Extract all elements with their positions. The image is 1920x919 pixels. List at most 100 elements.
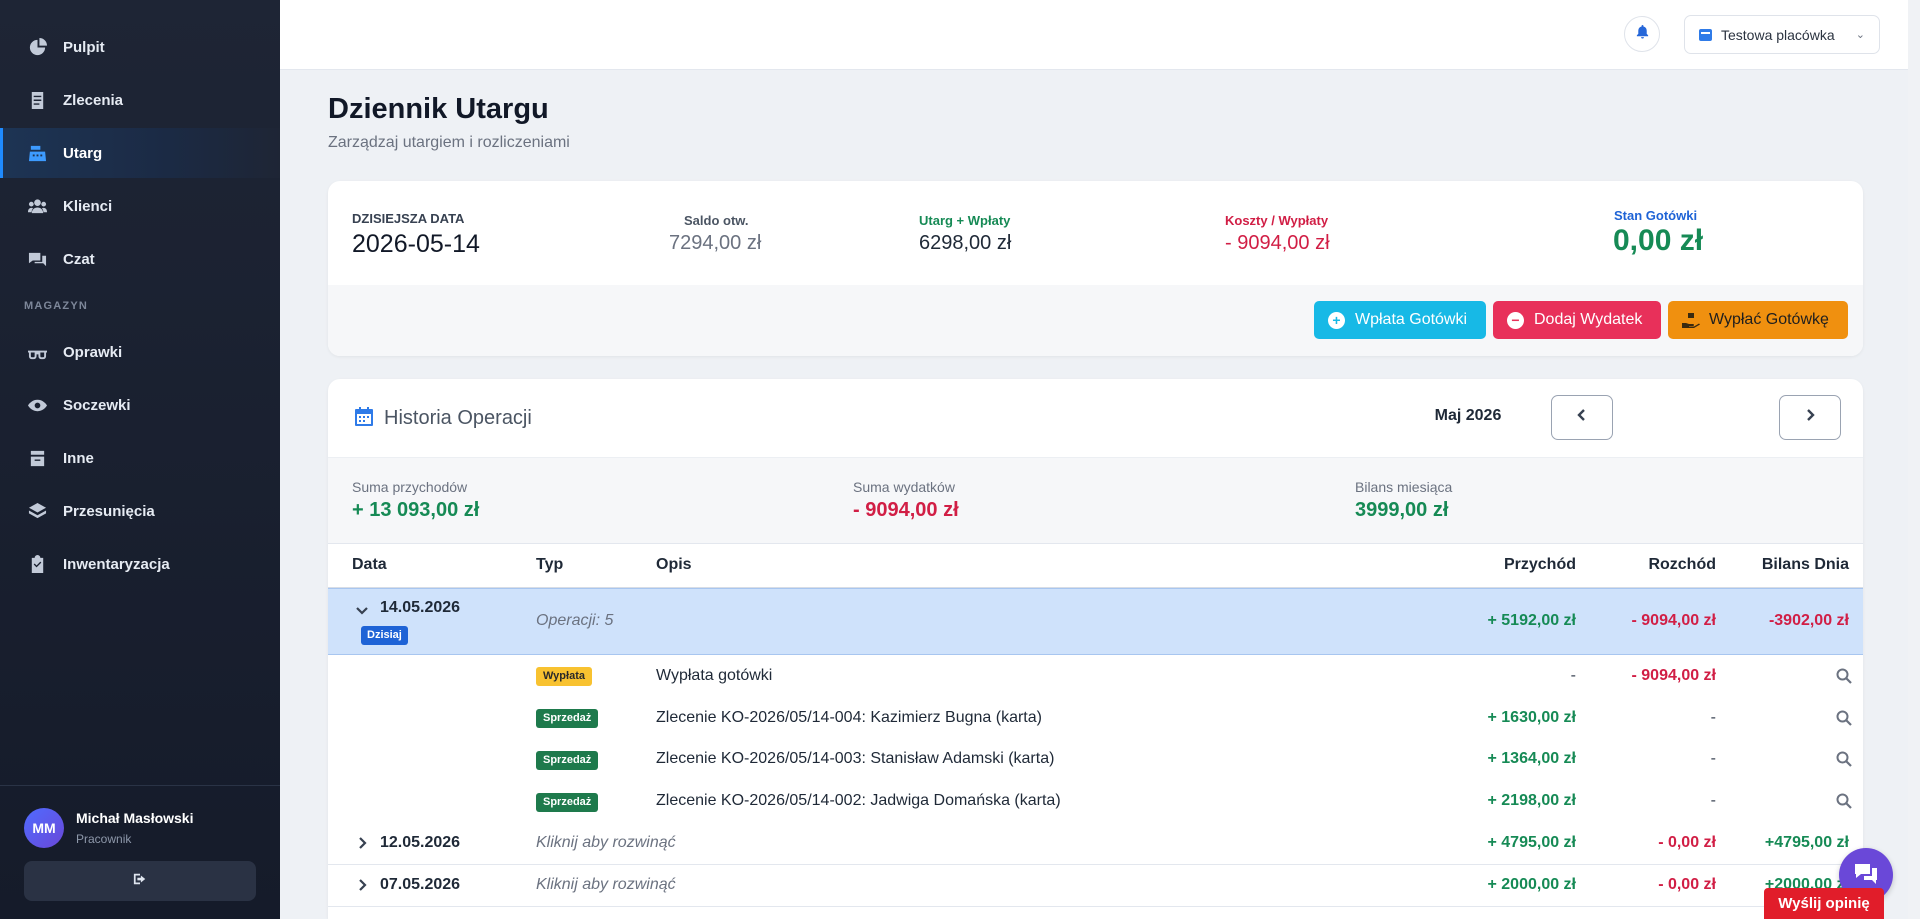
operation-income: + 1630,00 zł <box>1487 709 1576 726</box>
history-card: Historia Operacji Maj 2026 Suma przychod… <box>328 379 1863 919</box>
eye-icon <box>27 395 47 415</box>
summary-card: DZISIEJSZA DATA 2026-05-14 Saldo otw. 72… <box>328 181 1863 356</box>
dashboard-icon <box>27 37 47 57</box>
chevron-down-icon: ⌄ <box>1855 29 1865 41</box>
income-label: Utarg + Wpłaty <box>919 213 1011 228</box>
user-name: Michał Masłowski <box>76 810 194 826</box>
sidebar: Pulpit Zlecenia Utarg Klienci Czat MAGAZ… <box>0 0 280 919</box>
expand-hint: Kliknij aby rozwinąć <box>536 834 676 851</box>
search-icon[interactable] <box>1836 751 1852 767</box>
day-expense: - 0,00 zł <box>1658 876 1716 893</box>
users-icon <box>27 196 47 216</box>
cash-state-value: 0,00 zł <box>1613 224 1704 257</box>
month-balance-value: 3999,00 zł <box>1355 499 1449 521</box>
bell-icon <box>1635 24 1650 44</box>
topbar: Testowa placówka ⌄ <box>280 0 1920 70</box>
feedback-button[interactable]: Wyślij opinię <box>1764 888 1884 919</box>
sidebar-item-label: Oprawki <box>63 343 123 361</box>
day-expense: - 0,00 zł <box>1658 834 1716 851</box>
sidebar-item-label: Czat <box>63 250 95 268</box>
sidebar-item-label: Soczewki <box>63 396 131 414</box>
store-icon <box>1699 28 1712 41</box>
sidebar-section-label: MAGAZYN <box>24 300 89 312</box>
day-row-expanded[interactable]: 14.05.2026 Dzisiaj Operacji: 5 + 5192,00… <box>328 588 1863 655</box>
sidebar-item-label: Pulpit <box>63 38 105 56</box>
branch-select-value: Testowa placówka <box>1721 26 1835 43</box>
cash-deposit-button[interactable]: + Wpłata Gotówki <box>1314 301 1486 339</box>
chat-icon <box>27 249 47 269</box>
scrollbar[interactable] <box>1908 0 1920 919</box>
plus-circle-icon: + <box>1328 311 1345 329</box>
cash-register-icon <box>27 143 47 163</box>
sidebar-item-label: Inwentaryzacja <box>63 555 170 573</box>
row-divider <box>328 864 1863 865</box>
calendar-icon <box>355 407 373 426</box>
day-income: + 4795,00 zł <box>1487 834 1576 851</box>
sidebar-item-oprawki[interactable]: Oprawki <box>0 327 280 377</box>
minus-circle-icon: − <box>1507 311 1524 329</box>
today-date-value: 2026-05-14 <box>352 230 480 258</box>
prev-month-button[interactable] <box>1551 395 1613 440</box>
clipboard-icon <box>27 554 47 574</box>
cash-state-label: Stan Gotówki <box>1614 208 1698 223</box>
costs-label: Koszty / Wypłaty <box>1225 213 1329 228</box>
day-date: 14.05.2026 <box>380 599 461 616</box>
sidebar-item-klienci[interactable]: Klienci <box>0 181 280 231</box>
operation-expense: - <box>1710 792 1716 809</box>
day-income: + 2000,00 zł <box>1487 876 1576 893</box>
cash-withdraw-label: Wypłać Gotówkę <box>1709 311 1829 328</box>
glasses-icon <box>27 342 47 362</box>
operation-description: Zlecenie KO-2026/05/14-003: Stanisław Ad… <box>656 750 1055 767</box>
column-header-type: Typ <box>536 556 564 573</box>
sidebar-item-label: Utarg <box>63 144 103 162</box>
sidebar-item-utarg[interactable]: Utarg <box>0 128 280 178</box>
operation-expense: - 9094,00 zł <box>1631 667 1717 684</box>
search-icon[interactable] <box>1836 668 1852 684</box>
add-expense-button[interactable]: − Dodaj Wydatek <box>1493 301 1661 339</box>
sidebar-item-przesuniecia[interactable]: Przesunięcia <box>0 486 280 536</box>
sidebar-item-zlecenia[interactable]: Zlecenia <box>0 75 280 125</box>
user-role: Pracownik <box>76 832 132 846</box>
sidebar-item-inwentaryzacja[interactable]: Inwentaryzacja <box>0 539 280 589</box>
cash-deposit-label: Wpłata Gotówki <box>1355 311 1468 328</box>
column-header-expense: Rozchód <box>1648 556 1716 573</box>
branch-select[interactable]: Testowa placówka ⌄ <box>1684 15 1880 54</box>
income-sum-value: + 13 093,00 zł <box>352 499 480 521</box>
column-header-date: Data <box>352 556 387 573</box>
sidebar-item-pulpit[interactable]: Pulpit <box>0 22 280 72</box>
sidebar-item-czat[interactable]: Czat <box>0 234 280 284</box>
month-totals <box>328 457 1863 544</box>
cash-withdraw-button[interactable]: Wypłać Gotówkę <box>1668 301 1848 339</box>
column-header-day-balance: Bilans Dnia <box>1761 556 1849 573</box>
page-title: Dziennik Utargu <box>328 93 549 125</box>
type-badge: Sprzedaż <box>536 709 599 728</box>
day-date: 07.05.2026 <box>380 876 461 893</box>
today-date-label: DZISIEJSZA DATA <box>352 211 465 226</box>
sidebar-item-inne[interactable]: Inne <box>0 433 280 483</box>
month-balance-label: Bilans miesiąca <box>1355 479 1453 495</box>
sidebar-item-label: Klienci <box>63 197 113 215</box>
user-block: MM Michał Masłowski Pracownik <box>0 785 280 919</box>
today-badge: Dzisiaj <box>361 626 408 645</box>
income-value: 6298,00 zł <box>919 232 1012 254</box>
expense-sum-label: Suma wydatków <box>853 479 955 495</box>
notifications-button[interactable] <box>1624 16 1660 52</box>
column-header-description: Opis <box>656 556 692 573</box>
current-month: Maj 2026 <box>1434 407 1502 424</box>
transfer-icon <box>27 501 47 521</box>
hand-holding-cash-icon <box>1682 312 1700 328</box>
search-icon[interactable] <box>1836 793 1852 809</box>
sidebar-item-soczewki[interactable]: Soczewki <box>0 380 280 430</box>
logout-button[interactable] <box>24 861 256 901</box>
operation-description: Wypłata gotówki <box>656 667 773 684</box>
row-divider <box>328 906 1863 907</box>
next-month-button[interactable] <box>1779 395 1841 440</box>
opening-balance-label: Saldo otw. <box>684 213 749 228</box>
operation-income: + 2198,00 zł <box>1487 792 1576 809</box>
operation-expense: - <box>1710 750 1716 767</box>
chevron-left-icon <box>1575 408 1589 427</box>
sidebar-item-label: Przesunięcia <box>63 502 155 520</box>
search-icon[interactable] <box>1836 710 1852 726</box>
chevron-right-icon <box>1803 408 1817 427</box>
history-title: Historia Operacji <box>384 407 532 429</box>
